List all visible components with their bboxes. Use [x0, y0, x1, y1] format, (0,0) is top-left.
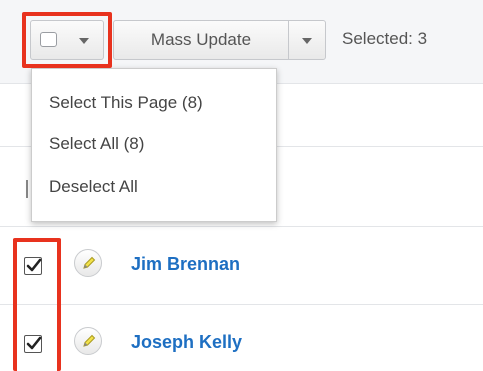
- chevron-down-icon: [302, 38, 312, 44]
- menu-item-select-this-page[interactable]: Select This Page (8): [49, 93, 203, 113]
- mass-update-label: Mass Update: [150, 30, 252, 49]
- record-name-link[interactable]: Jim Brennan: [131, 254, 240, 275]
- edit-button[interactable]: [74, 249, 102, 277]
- pencil-icon: [83, 334, 96, 347]
- pencil-icon: [83, 256, 96, 269]
- menu-item-deselect-all[interactable]: Deselect All: [49, 177, 138, 197]
- menu-item-select-all[interactable]: Select All (8): [49, 134, 144, 154]
- record-name-link[interactable]: Joseph Kelly: [131, 332, 242, 353]
- select-highlight-box: [22, 12, 112, 68]
- edit-button[interactable]: [74, 327, 102, 355]
- checkbox-column-highlight-box: [13, 238, 61, 371]
- hidden-row-edge: [26, 180, 28, 198]
- select-dropdown-menu: Select This Page (8) Select All (8) Dese…: [31, 68, 277, 222]
- selected-count: Selected: 3: [342, 29, 428, 48]
- row-divider: [0, 304, 483, 305]
- row-divider: [0, 226, 483, 227]
- mass-update-menu-button[interactable]: [288, 20, 326, 60]
- mass-update-button[interactable]: Mass Update: [113, 20, 289, 60]
